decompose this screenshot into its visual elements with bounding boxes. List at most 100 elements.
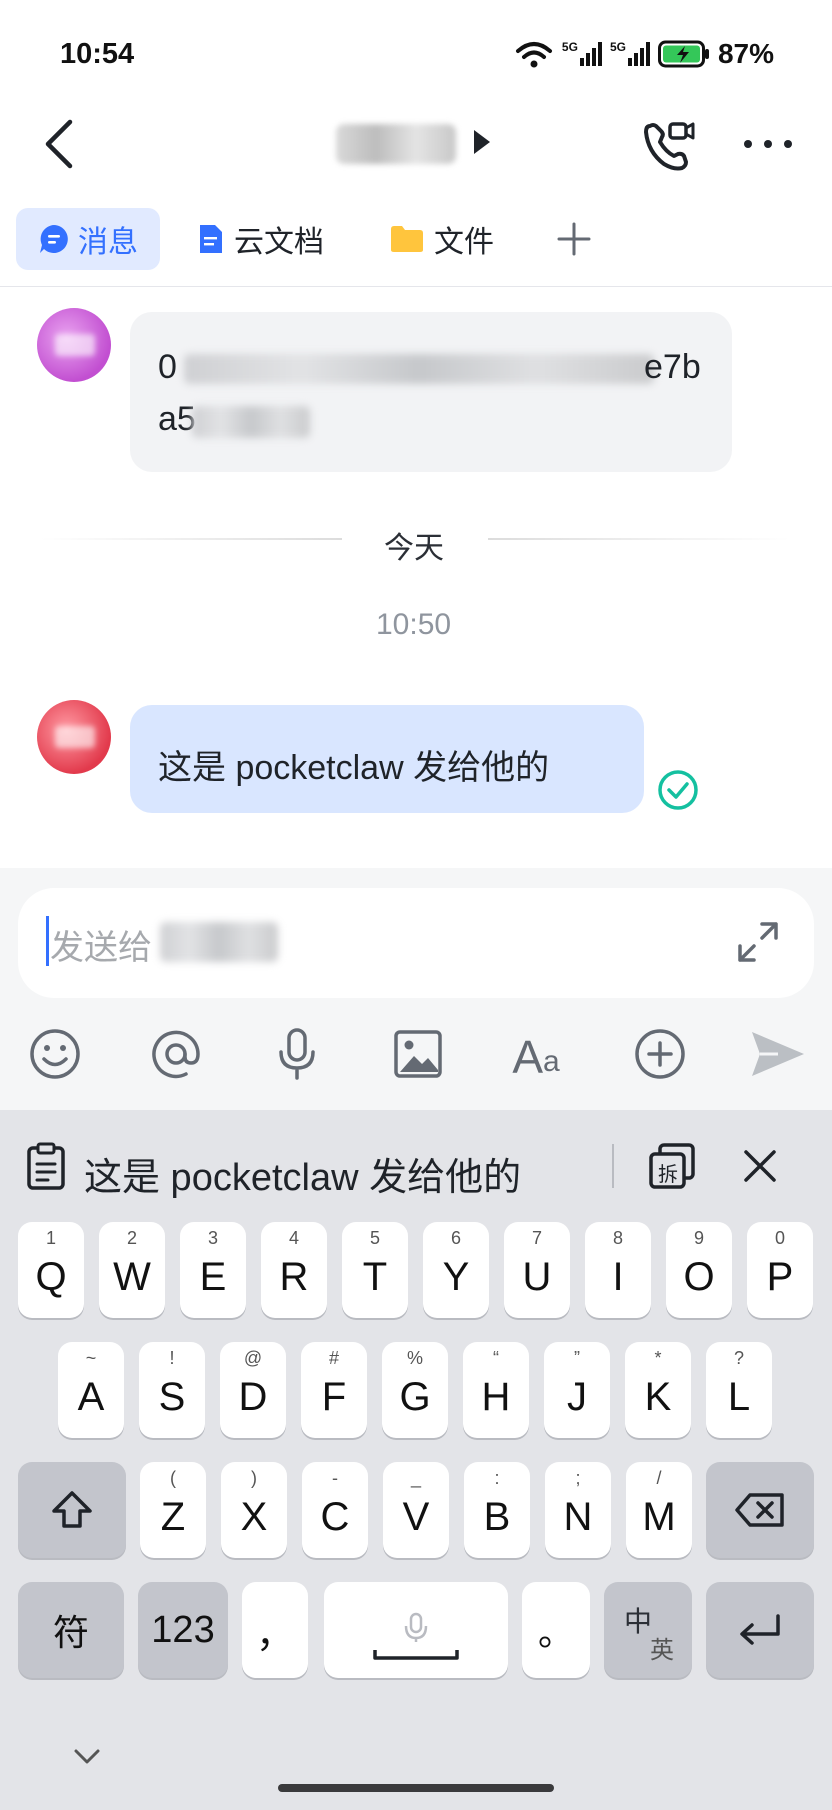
key-z[interactable]: (Z xyxy=(140,1462,206,1558)
key-g[interactable]: % G xyxy=(382,1342,448,1438)
language-switch-key[interactable]: 中 英 xyxy=(604,1582,692,1678)
image-icon[interactable] xyxy=(390,1026,446,1082)
back-arrow-icon[interactable] xyxy=(40,118,80,170)
tab-messages[interactable]: 消息 xyxy=(16,208,160,270)
date-divider-line-right xyxy=(488,538,790,540)
chat-title-blurred[interactable] xyxy=(336,124,456,164)
avatar[interactable] xyxy=(37,700,111,774)
key-s[interactable]: ! S xyxy=(139,1342,205,1438)
clipboard-suggestion[interactable]: 这是 pocketclaw 发给他的 xyxy=(84,1146,521,1201)
key-x[interactable]: ) X xyxy=(221,1462,287,1558)
key-hint: “ xyxy=(493,1348,499,1368)
key-hint: ( xyxy=(170,1468,176,1488)
key-label: Z xyxy=(160,1494,186,1539)
clipboard-icon xyxy=(27,1142,65,1190)
key-f[interactable]: # F xyxy=(301,1342,367,1438)
enter-icon xyxy=(740,1614,780,1645)
document-icon xyxy=(200,225,222,253)
key-v[interactable]: _ V xyxy=(383,1462,449,1558)
key-j[interactable]: ” J xyxy=(544,1342,610,1438)
key-label: E xyxy=(199,1254,227,1299)
language-chinese-label: 中 xyxy=(624,1606,653,1637)
mention-icon[interactable] xyxy=(148,1026,204,1082)
backspace-key[interactable] xyxy=(706,1462,814,1558)
chat-info-arrow-icon[interactable] xyxy=(474,130,490,154)
tab-files[interactable]: 文件 xyxy=(390,208,494,270)
key-hint: 5 xyxy=(369,1228,380,1248)
key-n[interactable]: ; N xyxy=(545,1462,611,1558)
key-hint: 2 xyxy=(126,1228,137,1248)
more-options-icon[interactable] xyxy=(740,126,796,162)
key-e[interactable]: 3E xyxy=(180,1222,246,1318)
key-label: B xyxy=(483,1494,511,1539)
message-text-line-2: a5 xyxy=(158,400,358,439)
key-w[interactable]: 2W xyxy=(99,1222,165,1318)
key-label: J xyxy=(567,1374,587,1419)
key-hint: 3 xyxy=(207,1228,218,1248)
video-call-icon[interactable] xyxy=(640,118,696,174)
plus-icon xyxy=(557,222,591,256)
key-y[interactable]: 6Y xyxy=(423,1222,489,1318)
key-m[interactable]: / M xyxy=(626,1462,692,1558)
microphone-icon[interactable] xyxy=(269,1026,325,1082)
key-label: C xyxy=(320,1494,350,1539)
key-t[interactable]: 5T xyxy=(342,1222,408,1318)
key-label: H xyxy=(481,1374,511,1419)
expand-icon[interactable] xyxy=(734,918,782,966)
hide-keyboard-chevron-icon[interactable] xyxy=(74,1748,100,1766)
message-bubble[interactable] xyxy=(130,312,732,472)
key-label: W xyxy=(113,1254,151,1299)
comma-key[interactable]: ， xyxy=(242,1582,308,1678)
key-hint: ? xyxy=(733,1348,744,1368)
key-label: A xyxy=(77,1374,105,1419)
symbol-key[interactable]: 符 xyxy=(18,1582,124,1678)
font-format-icon[interactable]: Aa xyxy=(508,1026,564,1082)
avatar[interactable] xyxy=(37,308,111,382)
key-label: M xyxy=(642,1494,676,1539)
enter-key[interactable] xyxy=(706,1582,814,1678)
date-divider-line-left xyxy=(40,538,342,540)
period-key[interactable]: 。 xyxy=(522,1582,590,1678)
close-icon[interactable] xyxy=(742,1148,778,1184)
key-h[interactable]: “H xyxy=(463,1342,529,1438)
tab-cloud-docs[interactable]: 云文档 xyxy=(198,208,324,270)
shift-key[interactable] xyxy=(18,1462,126,1558)
key-r[interactable]: 4R xyxy=(261,1222,327,1318)
clipboard-separator xyxy=(612,1144,614,1188)
add-circle-icon[interactable] xyxy=(632,1026,688,1082)
send-icon[interactable] xyxy=(748,1026,808,1082)
key-o[interactable]: 9O xyxy=(666,1222,732,1318)
key-label: K xyxy=(644,1374,672,1419)
space-key[interactable] xyxy=(324,1582,508,1678)
split-text-button[interactable]: 拆 xyxy=(648,1142,696,1190)
key-q[interactable]: 1Q xyxy=(18,1222,84,1318)
key-c[interactable]: -C xyxy=(302,1462,368,1558)
add-tab-button[interactable] xyxy=(552,208,596,270)
key-p[interactable]: 0P xyxy=(747,1222,813,1318)
emoji-icon[interactable] xyxy=(27,1026,83,1082)
key-b[interactable]: :B xyxy=(464,1462,530,1558)
key-i[interactable]: 8I xyxy=(585,1222,651,1318)
number-key[interactable]: 123 xyxy=(138,1582,228,1678)
key-label: P xyxy=(766,1254,794,1299)
key-l[interactable]: ? L xyxy=(706,1342,772,1438)
key-u[interactable]: 7U xyxy=(504,1222,570,1318)
tab-files-label: 文件 xyxy=(434,226,494,259)
key-hint: : xyxy=(494,1468,500,1488)
tab-messages-label: 消息 xyxy=(78,226,138,259)
key-label: N xyxy=(563,1494,593,1539)
battery-percent: 87% xyxy=(717,38,774,69)
date-divider: 今天 xyxy=(384,532,444,565)
folder-icon xyxy=(391,226,423,252)
key-k[interactable]: * K xyxy=(625,1342,691,1438)
signal-icon-2: 5G xyxy=(610,40,650,66)
message-icon xyxy=(40,225,68,253)
key-d[interactable]: @ D xyxy=(220,1342,286,1438)
key-hint: ” xyxy=(574,1348,580,1368)
key-hint: - xyxy=(332,1468,338,1488)
key-label: D xyxy=(238,1374,268,1419)
key-a[interactable]: ~ A xyxy=(58,1342,124,1438)
key-label: F xyxy=(321,1374,347,1419)
key-hint: 8 xyxy=(612,1228,623,1248)
status-icons: 5G 5G 87% xyxy=(514,38,774,70)
